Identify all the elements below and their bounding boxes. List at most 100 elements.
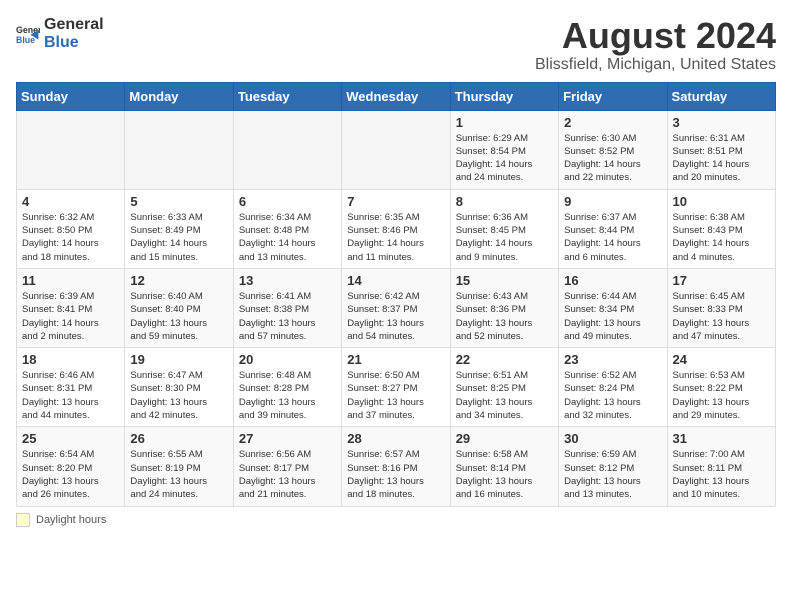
logo-blue-text: Blue [44, 34, 104, 52]
day-info: Sunrise: 6:30 AM Sunset: 8:52 PM Dayligh… [564, 132, 661, 185]
day-number: 23 [564, 352, 661, 367]
calendar-cell: 2 Sunrise: 6:30 AM Sunset: 8:52 PM Daylig… [559, 110, 667, 189]
location-title: Blissfield, Michigan, United States [535, 56, 776, 74]
day-info: Sunrise: 6:37 AM Sunset: 8:44 PM Dayligh… [564, 211, 661, 264]
day-number: 20 [239, 352, 336, 367]
calendar-cell: 13Sunrise: 6:41 AM Sunset: 8:38 PM Dayli… [233, 268, 341, 347]
day-number: 4 [22, 194, 119, 209]
calendar-cell [125, 110, 233, 189]
month-title: August 2024 [535, 16, 776, 56]
day-number: 18 [22, 352, 119, 367]
svg-text:Blue: Blue [16, 34, 35, 44]
day-number: 3 [673, 115, 770, 130]
logo: General Blue General Blue [16, 16, 104, 51]
day-info: Sunrise: 6:48 AM Sunset: 8:28 PM Dayligh… [239, 369, 336, 422]
day-info: Sunrise: 6:39 AM Sunset: 8:41 PM Dayligh… [22, 290, 119, 343]
calendar-cell [342, 110, 450, 189]
calendar-cell: 1Sunrise: 6:29 AM Sunset: 8:54 PM Daylig… [450, 110, 558, 189]
calendar-header-friday: Friday [559, 82, 667, 110]
day-number: 27 [239, 431, 336, 446]
calendar: SundayMondayTuesdayWednesdayThursdayFrid… [16, 82, 776, 507]
day-number: 21 [347, 352, 444, 367]
calendar-header-saturday: Saturday [667, 82, 775, 110]
day-info: Sunrise: 6:53 AM Sunset: 8:22 PM Dayligh… [673, 369, 770, 422]
day-info: Sunrise: 6:58 AM Sunset: 8:14 PM Dayligh… [456, 448, 553, 501]
day-number: 19 [130, 352, 227, 367]
calendar-cell: 10 Sunrise: 6:38 AM Sunset: 8:43 PM Dayli… [667, 189, 775, 268]
daylight-legend-label: Daylight hours [36, 514, 106, 526]
calendar-cell: 21 Sunrise: 6:50 AM Sunset: 8:27 PM Dayli… [342, 348, 450, 427]
day-number: 8 [456, 194, 553, 209]
calendar-header-monday: Monday [125, 82, 233, 110]
day-number: 15 [456, 273, 553, 288]
calendar-cell [233, 110, 341, 189]
day-number: 25 [22, 431, 119, 446]
day-info: Sunrise: 6:50 AM Sunset: 8:27 PM Dayligh… [347, 369, 444, 422]
day-number: 11 [22, 273, 119, 288]
calendar-cell: 3Sunrise: 6:31 AM Sunset: 8:51 PM Daylig… [667, 110, 775, 189]
calendar-cell: 8 Sunrise: 6:36 AM Sunset: 8:45 PM Daylig… [450, 189, 558, 268]
day-number: 9 [564, 194, 661, 209]
calendar-week-4: 18 Sunrise: 6:46 AM Sunset: 8:31 PM Dayli… [17, 348, 776, 427]
day-info: Sunrise: 6:55 AM Sunset: 8:19 PM Dayligh… [130, 448, 227, 501]
day-number: 5 [130, 194, 227, 209]
day-number: 10 [673, 194, 770, 209]
calendar-week-5: 25Sunrise: 6:54 AM Sunset: 8:20 PM Dayli… [17, 427, 776, 506]
day-number: 2 [564, 115, 661, 130]
day-info: Sunrise: 6:44 AM Sunset: 8:34 PM Dayligh… [564, 290, 661, 343]
day-info: Sunrise: 6:35 AM Sunset: 8:46 PM Dayligh… [347, 211, 444, 264]
calendar-cell: 20 Sunrise: 6:48 AM Sunset: 8:28 PM Dayli… [233, 348, 341, 427]
day-info: Sunrise: 6:56 AM Sunset: 8:17 PM Dayligh… [239, 448, 336, 501]
calendar-cell: 12 Sunrise: 6:40 AM Sunset: 8:40 PM Dayli… [125, 268, 233, 347]
calendar-cell: 4Sunrise: 6:32 AM Sunset: 8:50 PM Daylig… [17, 189, 125, 268]
calendar-cell [17, 110, 125, 189]
day-info: Sunrise: 6:34 AM Sunset: 8:48 PM Dayligh… [239, 211, 336, 264]
day-number: 6 [239, 194, 336, 209]
day-info: Sunrise: 6:38 AM Sunset: 8:43 PM Dayligh… [673, 211, 770, 264]
day-info: Sunrise: 6:45 AM Sunset: 8:33 PM Dayligh… [673, 290, 770, 343]
title-area: August 2024 Blissfield, Michigan, United… [535, 16, 776, 74]
calendar-cell: 14Sunrise: 6:42 AM Sunset: 8:37 PM Dayli… [342, 268, 450, 347]
calendar-week-2: 4Sunrise: 6:32 AM Sunset: 8:50 PM Daylig… [17, 189, 776, 268]
header: General Blue General Blue August 2024 Bl… [16, 16, 776, 74]
calendar-cell: 15 Sunrise: 6:43 AM Sunset: 8:36 PM Dayli… [450, 268, 558, 347]
daylight-legend-box [16, 513, 30, 527]
calendar-cell: 26Sunrise: 6:55 AM Sunset: 8:19 PM Dayli… [125, 427, 233, 506]
calendar-cell: 29Sunrise: 6:58 AM Sunset: 8:14 PM Dayli… [450, 427, 558, 506]
day-number: 31 [673, 431, 770, 446]
calendar-cell: 31 Sunrise: 7:00 AM Sunset: 8:11 PM Dayli… [667, 427, 775, 506]
calendar-cell: 23 Sunrise: 6:52 AM Sunset: 8:24 PM Dayli… [559, 348, 667, 427]
day-info: Sunrise: 6:36 AM Sunset: 8:45 PM Dayligh… [456, 211, 553, 264]
day-info: Sunrise: 6:33 AM Sunset: 8:49 PM Dayligh… [130, 211, 227, 264]
calendar-week-3: 11 Sunrise: 6:39 AM Sunset: 8:41 PM Dayli… [17, 268, 776, 347]
day-number: 30 [564, 431, 661, 446]
day-info: Sunrise: 7:00 AM Sunset: 8:11 PM Dayligh… [673, 448, 770, 501]
calendar-cell: 18 Sunrise: 6:46 AM Sunset: 8:31 PM Dayli… [17, 348, 125, 427]
day-number: 22 [456, 352, 553, 367]
calendar-cell: 24Sunrise: 6:53 AM Sunset: 8:22 PM Dayli… [667, 348, 775, 427]
day-info: Sunrise: 6:59 AM Sunset: 8:12 PM Dayligh… [564, 448, 661, 501]
day-number: 14 [347, 273, 444, 288]
calendar-week-1: 1Sunrise: 6:29 AM Sunset: 8:54 PM Daylig… [17, 110, 776, 189]
calendar-cell: 6 Sunrise: 6:34 AM Sunset: 8:48 PM Daylig… [233, 189, 341, 268]
footer: Daylight hours [16, 513, 776, 527]
calendar-cell: 27 Sunrise: 6:56 AM Sunset: 8:17 PM Dayli… [233, 427, 341, 506]
day-info: Sunrise: 6:46 AM Sunset: 8:31 PM Dayligh… [22, 369, 119, 422]
day-info: Sunrise: 6:52 AM Sunset: 8:24 PM Dayligh… [564, 369, 661, 422]
day-info: Sunrise: 6:40 AM Sunset: 8:40 PM Dayligh… [130, 290, 227, 343]
calendar-cell: 7Sunrise: 6:35 AM Sunset: 8:46 PM Daylig… [342, 189, 450, 268]
day-info: Sunrise: 6:47 AM Sunset: 8:30 PM Dayligh… [130, 369, 227, 422]
day-number: 12 [130, 273, 227, 288]
calendar-header-wednesday: Wednesday [342, 82, 450, 110]
day-info: Sunrise: 6:29 AM Sunset: 8:54 PM Dayligh… [456, 132, 553, 185]
calendar-header-row: SundayMondayTuesdayWednesdayThursdayFrid… [17, 82, 776, 110]
calendar-cell: 25Sunrise: 6:54 AM Sunset: 8:20 PM Dayli… [17, 427, 125, 506]
calendar-cell: 17 Sunrise: 6:45 AM Sunset: 8:33 PM Dayli… [667, 268, 775, 347]
day-info: Sunrise: 6:57 AM Sunset: 8:16 PM Dayligh… [347, 448, 444, 501]
day-number: 17 [673, 273, 770, 288]
calendar-cell: 22Sunrise: 6:51 AM Sunset: 8:25 PM Dayli… [450, 348, 558, 427]
calendar-cell: 11 Sunrise: 6:39 AM Sunset: 8:41 PM Dayli… [17, 268, 125, 347]
day-info: Sunrise: 6:43 AM Sunset: 8:36 PM Dayligh… [456, 290, 553, 343]
calendar-cell: 28Sunrise: 6:57 AM Sunset: 8:16 PM Dayli… [342, 427, 450, 506]
calendar-cell: 19 Sunrise: 6:47 AM Sunset: 8:30 PM Dayli… [125, 348, 233, 427]
